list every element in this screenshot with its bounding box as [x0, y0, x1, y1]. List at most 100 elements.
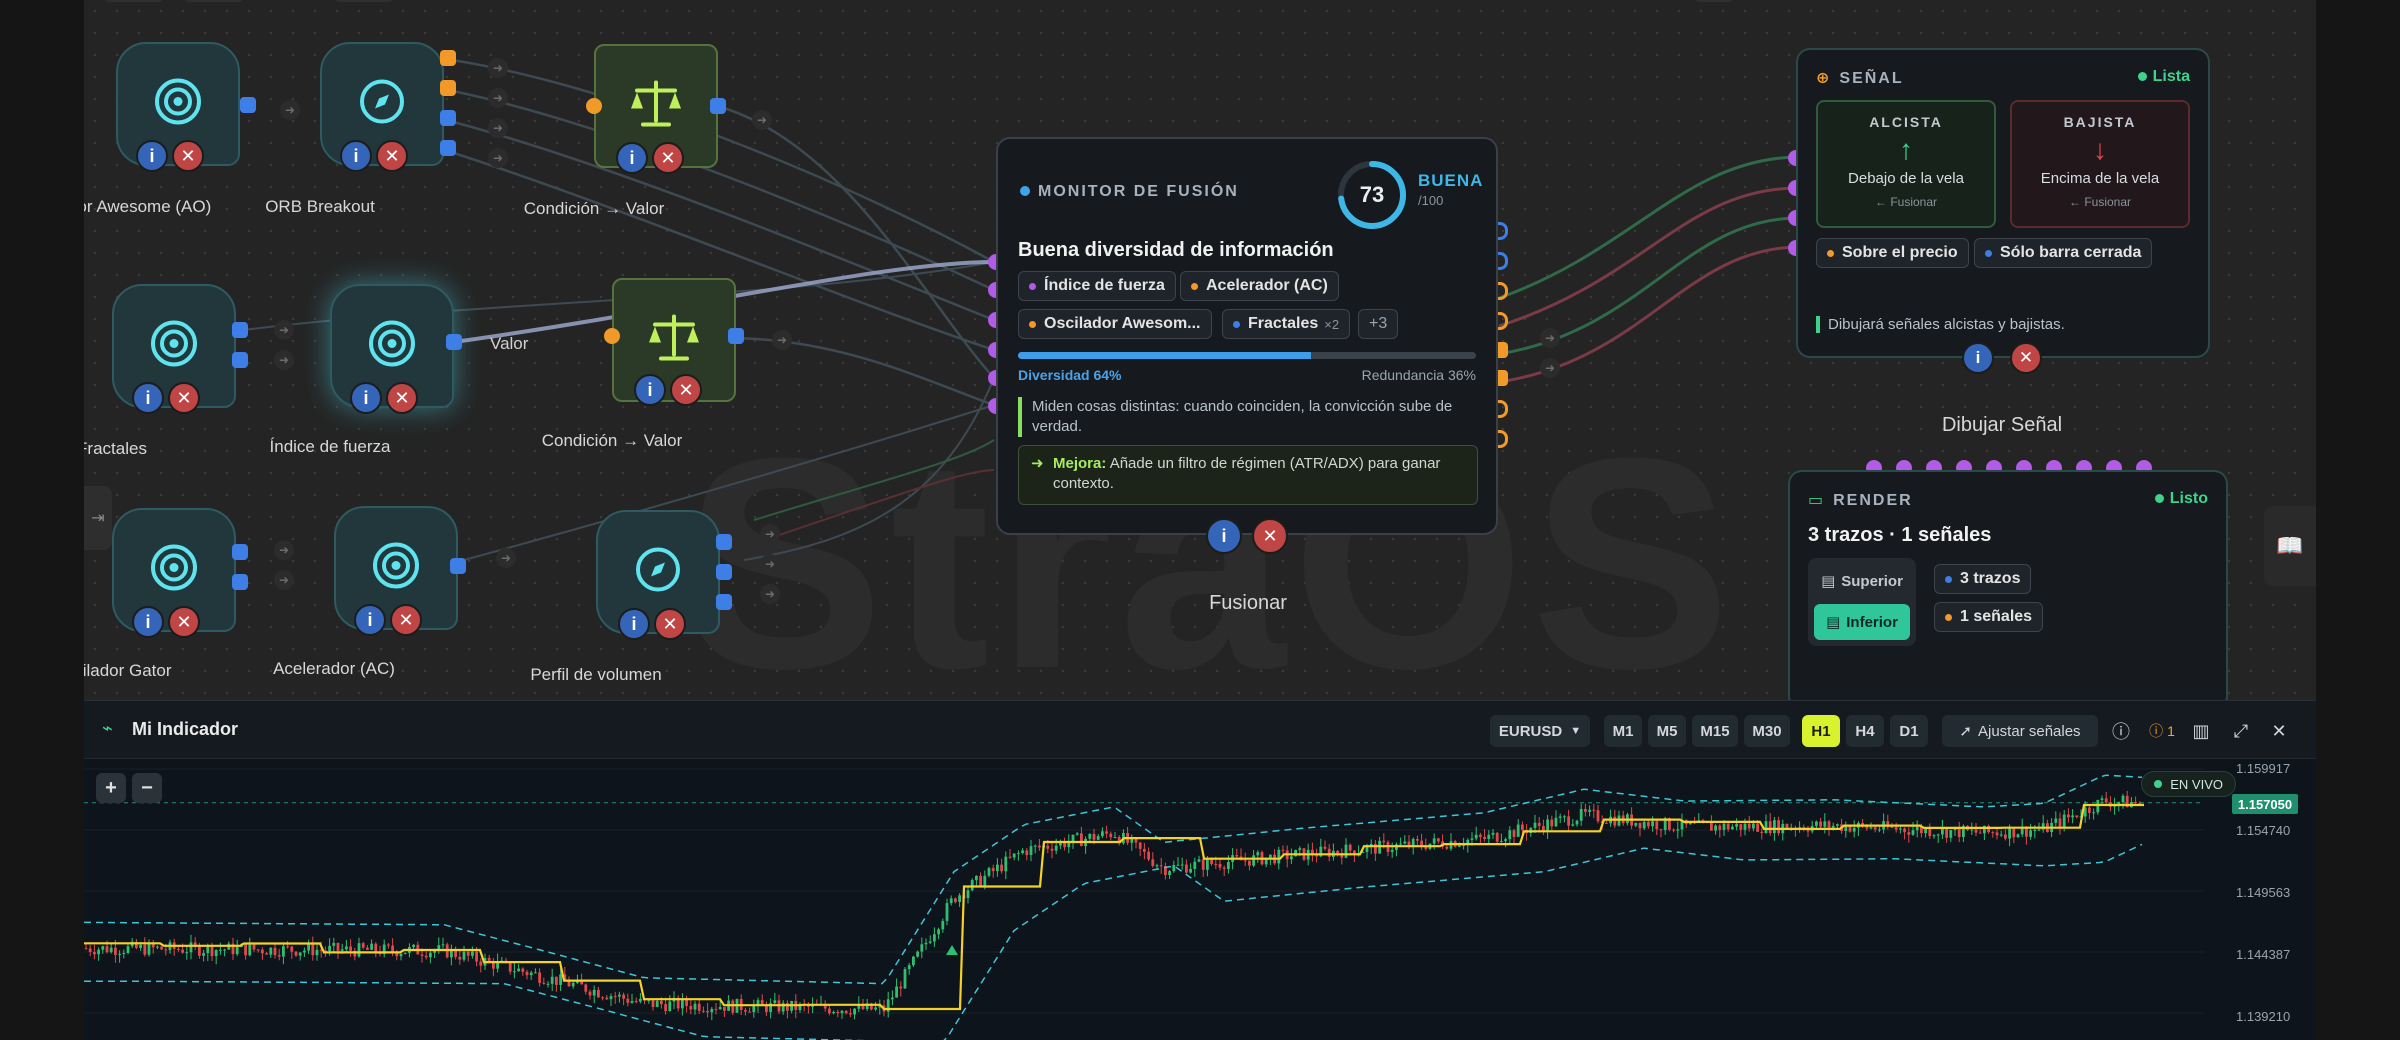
tf-h4[interactable]: H4 [1846, 715, 1884, 747]
output-port[interactable] [440, 140, 456, 156]
output-port[interactable] [446, 334, 462, 350]
tf-m30[interactable]: M30 [1744, 715, 1790, 747]
option-chip[interactable]: Sobre el precio [1816, 238, 1969, 268]
info-button[interactable]: i [350, 382, 382, 414]
candle-body [895, 986, 898, 998]
tf-m15[interactable]: M15 [1692, 715, 1738, 747]
target-icon [367, 319, 417, 374]
candle-body [345, 946, 348, 950]
delete-button[interactable]: ✕ [390, 604, 422, 636]
info-button[interactable]: i [340, 140, 372, 172]
info-button[interactable]: i [136, 140, 168, 172]
source-chip[interactable]: Fractales ×2 [1222, 309, 1351, 339]
pane-selector[interactable]: ▤ Superior ▤ Inferior [1808, 558, 1916, 646]
info-button[interactable]: i [1962, 342, 1994, 374]
candle-body [832, 1011, 835, 1014]
candle-body [1281, 849, 1285, 851]
output-port[interactable] [440, 50, 456, 66]
candle-body [1722, 823, 1726, 830]
info-button[interactable]: i [354, 604, 386, 636]
chip-dot [1191, 282, 1198, 290]
warning-badge[interactable]: ⓘ 1 [2142, 718, 2182, 744]
candle-body [1336, 850, 1339, 854]
delete-button[interactable]: ✕ [168, 382, 200, 414]
output-port[interactable] [440, 80, 456, 96]
option-chip[interactable]: Sólo barra cerrada [1974, 238, 2153, 268]
output-port[interactable] [716, 564, 732, 580]
expand-sidebar-icon[interactable]: ⇥ [84, 486, 112, 550]
chart-settings-icon[interactable]: ▥ [2188, 718, 2214, 744]
info-button[interactable]: i [132, 606, 164, 638]
fusion-note: Miden cosas distintas: cuando coinciden,… [1018, 397, 1478, 437]
candle-body [1726, 823, 1730, 830]
price-chart[interactable] [84, 759, 2316, 1040]
delete-button[interactable]: ✕ [2010, 342, 2042, 374]
render-node[interactable]: ▭ RENDER Listo 3 trazos · 1 señales ▤ Supe… [1788, 470, 2228, 710]
symbol-select[interactable]: EURUSD ▼ [1490, 715, 1590, 747]
delete-button[interactable]: ✕ [654, 608, 686, 640]
source-chip[interactable]: Oscilador Awesom... [1018, 309, 1212, 339]
chip-label: Oscilador Awesom... [1044, 315, 1201, 332]
output-port[interactable] [232, 322, 248, 338]
info-button[interactable]: i [1206, 518, 1242, 554]
candle-body [412, 944, 415, 948]
adjust-signals-button[interactable]: ➚ Ajustar señales [1942, 715, 2098, 747]
chip-dot [1945, 613, 1952, 621]
candle-body [609, 996, 613, 1000]
candle-body [1138, 842, 1142, 849]
option-inferior[interactable]: ▤ Inferior [1814, 604, 1910, 640]
candle-body [298, 952, 302, 956]
render-chip[interactable]: 1 señales [1934, 602, 2044, 632]
delete-button[interactable]: ✕ [1252, 518, 1288, 554]
delete-button[interactable]: ✕ [168, 606, 200, 638]
source-chip[interactable]: Acelerador (AC) [1180, 271, 1339, 301]
candle-body [311, 944, 315, 956]
output-port[interactable] [232, 544, 248, 560]
output-port[interactable] [232, 574, 248, 590]
tf-m1[interactable]: M1 [1604, 715, 1642, 747]
tf-h1[interactable]: H1 [1802, 715, 1840, 747]
scale-icon [647, 313, 701, 368]
info-button[interactable]: i [616, 142, 648, 174]
close-icon[interactable]: ✕ [2266, 718, 2292, 744]
candle-body [2121, 795, 2125, 803]
tf-d1[interactable]: D1 [1890, 715, 1928, 747]
tf-m5[interactable]: M5 [1648, 715, 1686, 747]
more-chip[interactable]: +3 [1358, 309, 1399, 339]
output-port[interactable] [710, 98, 726, 114]
info-button[interactable]: i [132, 382, 164, 414]
info-button[interactable]: i [618, 608, 650, 640]
info-icon[interactable]: ⓘ [2108, 718, 2134, 744]
option-superior[interactable]: ▤ Superior [1814, 564, 1910, 598]
bullish-card[interactable]: ALCISTA ↑ Debajo de la vela ← Fusionar [1816, 100, 1996, 228]
info-button[interactable]: i [634, 374, 666, 406]
zoom-out-button[interactable]: − [132, 773, 162, 803]
bearish-card[interactable]: BAJISTA ↓ Encima de la vela ← Fusionar [2010, 100, 2190, 228]
output-port[interactable] [728, 328, 744, 344]
output-port[interactable] [716, 594, 732, 610]
candle-body [521, 968, 525, 972]
output-port[interactable] [232, 352, 248, 368]
delete-button[interactable]: ✕ [376, 140, 408, 172]
senal-node[interactable]: ⊕ SEÑAL Lista ALCISTA ↑ Debajo de la vela… [1796, 48, 2210, 358]
fusion-monitor-node[interactable]: MONITOR DE FUSIÓN 73 BUENA /100 Buena di… [996, 137, 1498, 535]
output-port[interactable] [240, 97, 256, 113]
output-port[interactable] [440, 110, 456, 126]
book-icon[interactable]: 📖 [2264, 506, 2316, 586]
delete-button[interactable]: ✕ [172, 140, 204, 172]
render-chip[interactable]: 3 trazos [1934, 564, 2032, 594]
expand-icon[interactable]: ⤢ [2228, 718, 2254, 744]
input-port[interactable] [586, 98, 602, 114]
candle-body [1479, 834, 1482, 837]
node-label: Acelerador (AC) [273, 659, 395, 678]
output-port[interactable] [716, 534, 732, 550]
scale-icon [629, 79, 683, 134]
candle-body [996, 864, 999, 872]
output-port[interactable] [450, 558, 466, 574]
input-port[interactable] [604, 328, 620, 344]
delete-button[interactable]: ✕ [670, 374, 702, 406]
delete-button[interactable]: ✕ [652, 142, 684, 174]
source-chip[interactable]: Índice de fuerza [1018, 271, 1176, 301]
zoom-in-button[interactable]: + [96, 773, 126, 803]
delete-button[interactable]: ✕ [386, 382, 418, 414]
